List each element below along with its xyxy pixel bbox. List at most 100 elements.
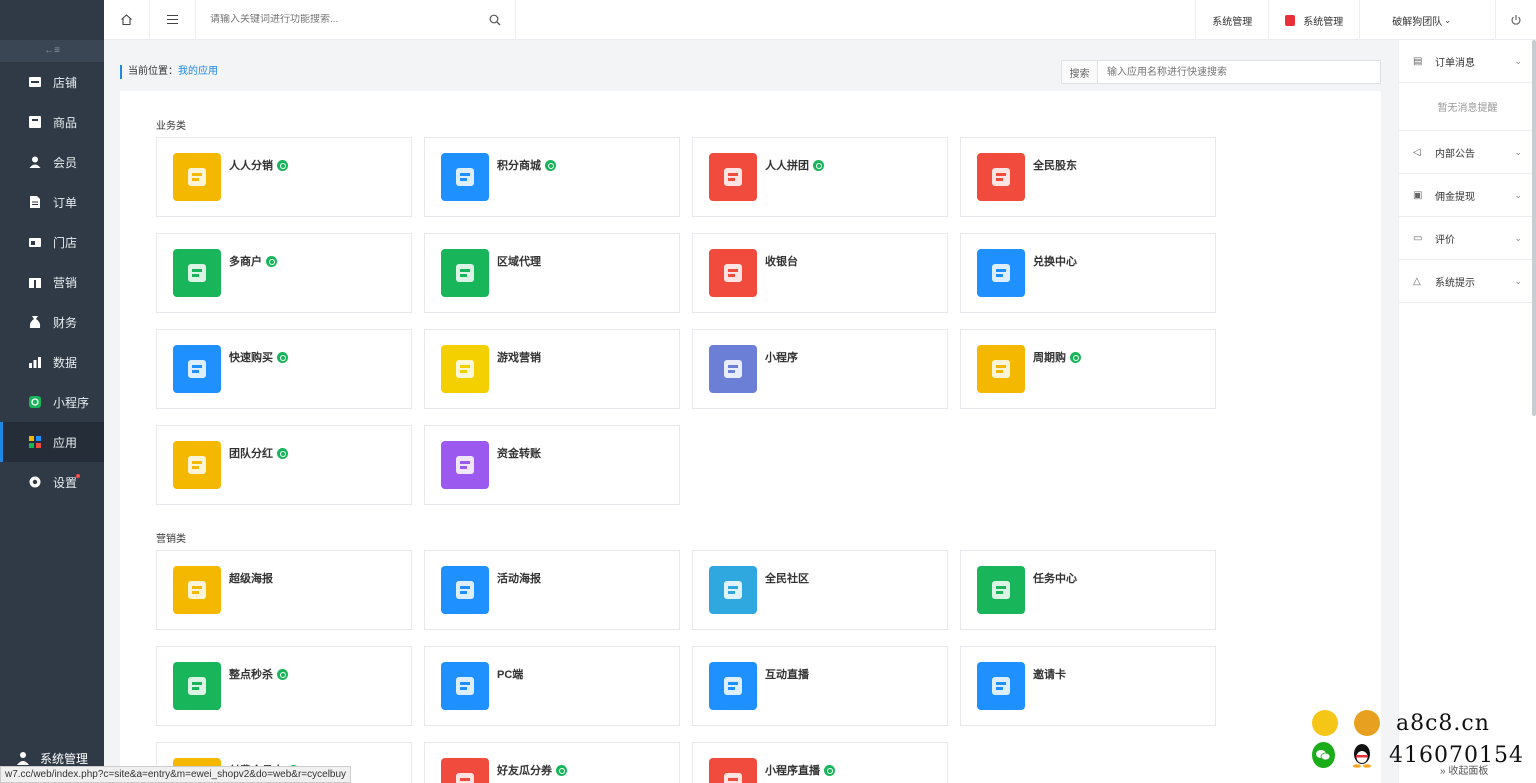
sidebar-item-9[interactable]: 应用 bbox=[0, 422, 104, 462]
app-card[interactable]: 游戏营销 bbox=[424, 329, 680, 409]
right-scrollbar[interactable] bbox=[1532, 40, 1536, 416]
app-icon bbox=[709, 662, 757, 710]
sidebar-collapse-button[interactable]: ←≡ bbox=[0, 40, 104, 62]
sidebar-item-label: 店铺 bbox=[53, 75, 78, 90]
app-name-text: 区域代理 bbox=[497, 256, 541, 268]
sidebar-item-label: 营销 bbox=[53, 275, 78, 290]
link-badge-icon bbox=[277, 159, 288, 171]
app-name-text: 游戏营销 bbox=[497, 352, 541, 364]
sidebar-item-7[interactable]: 数据 bbox=[0, 342, 104, 382]
menu-icon bbox=[167, 14, 178, 25]
app-name: 多商户 bbox=[229, 253, 277, 269]
sidebar-item-10[interactable]: 设置 bbox=[0, 462, 104, 502]
app-search: 搜索 bbox=[1061, 60, 1381, 84]
app-name-text: 团队分红 bbox=[229, 448, 273, 460]
sidebar-item-label: 小程序 bbox=[53, 395, 90, 410]
app-icon bbox=[977, 153, 1025, 201]
wallet-icon: ▣ bbox=[1413, 189, 1423, 201]
sidebar-item-2[interactable]: 会员 bbox=[0, 142, 104, 182]
app-card[interactable]: 区域代理 bbox=[424, 233, 680, 313]
app-icon bbox=[709, 566, 757, 614]
breadcrumb-prefix: 当前位置： bbox=[128, 66, 178, 77]
app-card[interactable]: 快速购买 bbox=[156, 329, 412, 409]
app-card[interactable]: 收银台 bbox=[692, 233, 948, 313]
section-title-marketing: 营销类 bbox=[156, 534, 186, 545]
app-name-text: 兑换中心 bbox=[1033, 256, 1077, 268]
notification-dot bbox=[76, 474, 80, 478]
app-card[interactable]: 邀请卡 bbox=[960, 646, 1216, 726]
app-card[interactable]: 人人分销 bbox=[156, 137, 412, 217]
app-name: 区域代理 bbox=[497, 253, 541, 269]
right-panel-item-4[interactable]: △ 系统提示 ⌄ bbox=[1399, 260, 1536, 303]
app-icon bbox=[173, 566, 221, 614]
app-card[interactable]: 资金转账 bbox=[424, 425, 680, 505]
app-card[interactable]: 全民社区 bbox=[692, 550, 948, 630]
app-card[interactable]: 互动直播 bbox=[692, 646, 948, 726]
app-name-text: 邀请卡 bbox=[1033, 669, 1066, 681]
link-badge-icon bbox=[266, 255, 277, 267]
app-card[interactable]: 整点秒杀 bbox=[156, 646, 412, 726]
sidebar-item-8[interactable]: 小程序 bbox=[0, 382, 104, 422]
apps-content: 业务类 人人分销 积分商城 人人拼团 全民股东 多商户 区域代理 收银台 兑换中心 快速购买 游戏… bbox=[120, 91, 1381, 783]
app-card[interactable]: 活动海报 bbox=[424, 550, 680, 630]
app-card[interactable]: 小程序直播 bbox=[692, 742, 948, 783]
app-card[interactable]: 人人拼团 bbox=[692, 137, 948, 217]
app-icon bbox=[977, 662, 1025, 710]
breadcrumb: 当前位置：我的应用 bbox=[120, 65, 218, 79]
right-panel-item-0[interactable]: ▤ 订单消息 ⌄ bbox=[1399, 40, 1536, 83]
sidebar-item-1[interactable]: 商品 bbox=[0, 102, 104, 142]
function-search[interactable] bbox=[196, 0, 516, 40]
app-card[interactable]: 周期购 bbox=[960, 329, 1216, 409]
app-icon bbox=[173, 153, 221, 201]
app-name: 活动海报 bbox=[497, 570, 541, 586]
goods-icon bbox=[28, 115, 42, 129]
app-name: 小程序直播 bbox=[765, 762, 835, 778]
chevron-down-icon: ⌄ bbox=[1514, 232, 1522, 243]
sidebar-item-5[interactable]: 营销 bbox=[0, 262, 104, 302]
app-card[interactable]: 好友瓜分券 bbox=[424, 742, 680, 783]
sidebar-item-label: 门店 bbox=[53, 235, 78, 250]
app-card[interactable]: 任务中心 bbox=[960, 550, 1216, 630]
settings-icon bbox=[28, 475, 42, 489]
app-search-input[interactable] bbox=[1098, 61, 1380, 83]
app-card[interactable]: 兑换中心 bbox=[960, 233, 1216, 313]
watermark-logo-icon bbox=[1312, 710, 1338, 736]
menu-toggle-button[interactable] bbox=[150, 0, 196, 40]
sidebar-item-label: 订单 bbox=[53, 195, 78, 210]
app-card[interactable]: 超级海报 bbox=[156, 550, 412, 630]
app-name: 好友瓜分券 bbox=[497, 762, 567, 778]
search-icon[interactable] bbox=[489, 14, 501, 26]
sidebar-item-3[interactable]: 订单 bbox=[0, 182, 104, 222]
system-admin-link-2[interactable]: 系统管理 bbox=[1268, 0, 1359, 40]
home-button[interactable] bbox=[104, 0, 150, 40]
power-icon bbox=[1511, 15, 1521, 25]
top-bar-right: 系统管理 系统管理 破解狗团队 ⌄ bbox=[1195, 0, 1536, 40]
function-search-input[interactable] bbox=[210, 14, 489, 25]
collapse-panel-button[interactable]: » 收起面板 bbox=[1440, 762, 1488, 777]
sidebar-item-6[interactable]: 财务 bbox=[0, 302, 104, 342]
sidebar-item-4[interactable]: 门店 bbox=[0, 222, 104, 262]
app-icon bbox=[709, 758, 757, 783]
right-panel-item-1[interactable]: ◁ 内部公告 ⌄ bbox=[1399, 131, 1536, 174]
chevron-down-icon: ⌄ bbox=[1514, 55, 1522, 66]
app-card[interactable]: 多商户 bbox=[156, 233, 412, 313]
link-badge-icon bbox=[813, 159, 824, 171]
app-icon bbox=[441, 153, 489, 201]
breadcrumb-current[interactable]: 我的应用 bbox=[178, 66, 218, 77]
link-badge-icon bbox=[277, 351, 288, 363]
right-panel-item-3[interactable]: ▭ 评价 ⌄ bbox=[1399, 217, 1536, 260]
app-card[interactable]: 团队分红 bbox=[156, 425, 412, 505]
system-admin-link[interactable]: 系统管理 bbox=[1195, 0, 1268, 40]
team-dropdown[interactable]: 破解狗团队 ⌄ bbox=[1359, 0, 1495, 40]
app-name: 互动直播 bbox=[765, 666, 809, 682]
app-card[interactable]: 积分商城 bbox=[424, 137, 680, 217]
right-panel-item-2[interactable]: ▣ 佣金提现 ⌄ bbox=[1399, 174, 1536, 217]
sidebar-item-0[interactable]: 店铺 bbox=[0, 62, 104, 102]
app-name-text: 整点秒杀 bbox=[229, 669, 273, 681]
power-button[interactable] bbox=[1495, 0, 1536, 40]
app-card[interactable]: 全民股东 bbox=[960, 137, 1216, 217]
app-card[interactable]: 小程序 bbox=[692, 329, 948, 409]
app-card[interactable]: PC端 bbox=[424, 646, 680, 726]
sidebar-item-label: 数据 bbox=[53, 355, 78, 370]
app-name-text: 多商户 bbox=[229, 256, 262, 268]
